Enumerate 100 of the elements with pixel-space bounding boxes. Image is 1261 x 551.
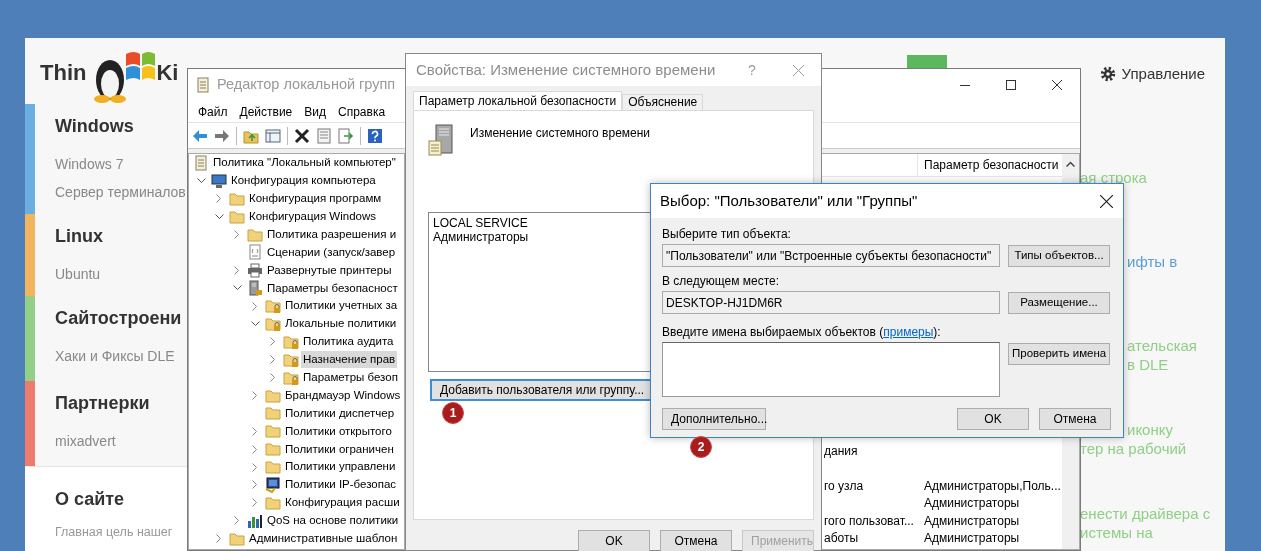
tree-item[interactable]: Назначение прав <box>301 351 398 369</box>
settings-icon[interactable] <box>1099 66 1116 83</box>
field-label: Выберите тип объекта: <box>662 226 791 242</box>
category-title[interactable]: Linux <box>55 224 103 248</box>
examples-link[interactable]: примеры <box>883 325 934 339</box>
list-item[interactable]: Администраторы <box>433 230 529 244</box>
server-icon <box>428 124 456 156</box>
category-title[interactable]: Сайтостроени <box>55 306 182 330</box>
folder-icon <box>229 530 245 547</box>
tree-item[interactable]: Политика разрешения и <box>265 225 399 244</box>
readonly-field[interactable]: "Пользователи" или "Встроенные субъекты безопасности" <box>662 244 1000 267</box>
forward-arrow-icon[interactable] <box>214 127 230 144</box>
chevron-right-icon[interactable] <box>270 355 276 365</box>
chevron-right-icon[interactable] <box>252 444 258 454</box>
chevron-down-icon[interactable] <box>232 285 242 292</box>
policy-name[interactable]: аботы <box>824 531 859 546</box>
policy-name[interactable]: гого пользоват... <box>824 513 914 528</box>
chevron-right-icon[interactable] <box>252 426 258 436</box>
chevron-right-icon[interactable] <box>252 301 258 311</box>
tree-item[interactable]: Брандмауэр Windows <box>283 386 403 405</box>
console-tree-icon[interactable] <box>265 127 281 144</box>
printer-icon <box>247 262 263 279</box>
locked-folder-icon <box>265 298 281 315</box>
tree-item[interactable]: Политики управлени <box>283 458 398 476</box>
menu-item[interactable]: Справка <box>332 102 392 121</box>
list-item[interactable]: LOCAL SERVICE <box>433 216 528 230</box>
dialog-button[interactable]: Типы объектов... <box>1008 244 1110 267</box>
about-text: Главная цель нашег <box>55 524 173 541</box>
folder-icon <box>247 226 263 243</box>
chevron-down-icon[interactable] <box>250 320 260 327</box>
policy-name[interactable]: го узла <box>824 478 864 493</box>
tree-item[interactable]: QoS на основе политики <box>265 512 401 530</box>
tree-item[interactable]: Конфигурация программ <box>247 190 384 208</box>
category-title[interactable]: Партнерки <box>55 391 150 415</box>
script-icon <box>247 244 263 261</box>
folder-icon <box>265 405 281 422</box>
column-header[interactable]: Параметр безопасности <box>924 156 1059 174</box>
tree-item[interactable]: Конфигурация расши <box>283 494 402 512</box>
dialog-button[interactable]: Дополнительно... <box>662 408 766 430</box>
chevron-right-icon[interactable] <box>234 516 240 526</box>
chevron-right-icon[interactable] <box>234 265 240 275</box>
close-icon[interactable] <box>1099 194 1113 208</box>
chevron-right-icon[interactable] <box>270 373 276 383</box>
chevron-right-icon[interactable] <box>270 337 276 347</box>
tree-item[interactable]: Локальные политики <box>283 315 399 333</box>
close-icon[interactable] <box>1052 80 1062 90</box>
menu-item[interactable]: Действие <box>233 102 299 121</box>
tree-item[interactable]: Политики IP-безопас <box>283 476 399 494</box>
locked-folder-icon <box>283 351 299 368</box>
delete-icon[interactable] <box>294 127 310 144</box>
tree-item[interactable]: Параметры безоп <box>301 369 400 387</box>
chevron-right-icon[interactable] <box>216 194 222 204</box>
tree-item[interactable]: Политика "Локальный компьютер" <box>211 154 398 172</box>
tree-item[interactable]: Административные шаблон <box>247 530 400 548</box>
scroll-up-icon[interactable] <box>1066 161 1075 167</box>
chevron-right-icon[interactable] <box>252 480 258 490</box>
tree-item[interactable]: Сценарии (запуск/завер <box>265 243 398 261</box>
header-button[interactable] <box>906 55 947 69</box>
tab[interactable]: Параметр локальной безопасности <box>413 91 623 110</box>
properties-icon[interactable] <box>316 127 332 144</box>
tree-item[interactable]: Политики открытого <box>283 422 394 440</box>
chevron-right-icon[interactable] <box>234 230 240 239</box>
tree-item[interactable]: Политики учетных за <box>283 297 400 315</box>
chevron-down-icon[interactable] <box>214 213 224 220</box>
chevron-right-icon[interactable] <box>216 534 222 544</box>
tree-item[interactable]: Конфигурация компьютера <box>229 172 378 190</box>
menu-item[interactable]: Файл <box>192 102 234 121</box>
folder-icon <box>265 387 281 404</box>
tree-item[interactable]: Параметры безопасност <box>265 279 400 297</box>
folder-icon <box>229 208 245 225</box>
admin-link[interactable]: Управление <box>1121 63 1205 86</box>
input-field[interactable] <box>662 342 1000 397</box>
chevron-right-icon[interactable] <box>252 462 258 472</box>
category-title[interactable]: Windows <box>55 114 134 138</box>
chevron-right-icon[interactable] <box>252 391 258 400</box>
dialog-button[interactable]: Размещение... <box>1008 291 1110 314</box>
readonly-field[interactable]: DESKTOP-HJ1DM6R <box>662 291 1000 314</box>
tree-item[interactable]: Политики диспетчер <box>283 404 397 423</box>
chevron-right-icon[interactable] <box>252 498 258 508</box>
chevron-down-icon[interactable] <box>196 177 206 184</box>
dialog-button[interactable]: Отмена <box>660 530 732 551</box>
tree-item[interactable]: Политика аудита <box>301 333 396 351</box>
tree-item[interactable]: Развернутые принтеры <box>265 261 394 279</box>
export-icon[interactable] <box>338 127 354 144</box>
maximize-icon[interactable] <box>1006 80 1016 90</box>
tree-item[interactable]: Политики ограничен <box>283 440 396 458</box>
dialog-button[interactable]: Отмена <box>1039 408 1111 430</box>
dialog-button[interactable]: OK <box>578 530 650 551</box>
monitor-icon <box>265 476 281 493</box>
locked-folder-icon <box>283 333 299 350</box>
locked-folder-icon <box>283 369 299 386</box>
dialog-button[interactable]: OK <box>957 408 1029 430</box>
menu-item[interactable]: Вид <box>298 102 332 121</box>
tree-item[interactable]: Конфигурация Windows <box>247 208 379 226</box>
policy-name[interactable]: дания <box>824 443 858 458</box>
tab[interactable]: Объяснение <box>622 94 704 110</box>
help-icon[interactable] <box>367 127 383 144</box>
folder-icon <box>265 423 281 440</box>
dialog-button[interactable]: Проверить имена <box>1008 343 1110 365</box>
section-title: О сайте <box>55 488 125 511</box>
